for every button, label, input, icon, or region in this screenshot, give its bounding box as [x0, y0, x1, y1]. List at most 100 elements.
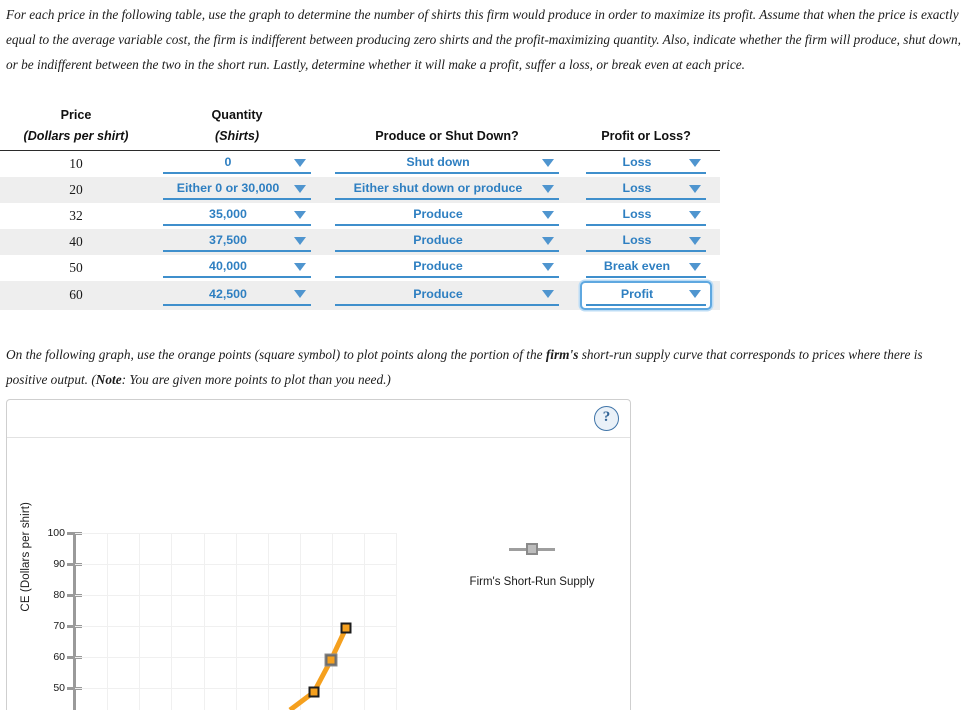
y-axis-tick-labels: 100 90 80 70 60 50 40 — [29, 438, 65, 710]
outcome-dropdown-label: Break even — [603, 259, 671, 273]
chevron-down-icon — [542, 184, 554, 193]
produce-or-shutdown-dropdown[interactable]: Produce — [335, 205, 559, 226]
decision-dropdown-label: Produce — [413, 207, 463, 221]
column-header-quantity: Quantity (Shirts) — [152, 105, 322, 151]
chevron-down-icon — [542, 158, 554, 167]
plot-instructions-paragraph: On the following graph, use the orange p… — [0, 342, 972, 392]
table-row: 20 Either 0 or 30,000 Either shut down o… — [0, 176, 720, 203]
quantity-dropdown-label: 35,000 — [209, 207, 247, 221]
quantity-dropdown[interactable]: 40,000 — [163, 257, 311, 278]
table-row: 32 35,000 Produce Loss — [0, 203, 720, 229]
chevron-down-icon — [689, 262, 701, 271]
data-point-price-50[interactable] — [325, 654, 337, 666]
plot-instructions-bold-firms: firm's — [545, 347, 579, 362]
outcome-cell: Loss — [572, 177, 720, 203]
quantity-dropdown-label: 40,000 — [209, 259, 247, 273]
plot-instructions-part3: : You are given more points to plot than… — [121, 372, 391, 387]
y-tick-label: 80 — [53, 589, 65, 601]
chevron-down-icon — [294, 262, 306, 271]
chevron-down-icon — [294, 184, 306, 193]
produce-or-shutdown-dropdown[interactable]: Produce — [335, 285, 559, 306]
outcome-dropdown-label: Loss — [622, 155, 652, 170]
header-profit-or-loss: Profit or Loss? — [601, 129, 691, 143]
outcome-cell: Loss — [572, 151, 720, 177]
y-tick-label: 60 — [53, 651, 65, 663]
chevron-down-icon — [689, 236, 701, 245]
price-value: 40 — [69, 233, 83, 249]
profit-or-loss-dropdown[interactable]: Loss — [586, 231, 706, 252]
header-quantity-line2: (Shirts) — [214, 129, 260, 143]
header-produce-or-shutdown: Produce or Shut Down? — [375, 129, 519, 143]
quantity-dropdown-wrap: 42,500 — [161, 283, 313, 308]
decision-cell: Shut down — [322, 151, 572, 177]
quantity-dropdown[interactable]: 42,500 — [163, 285, 311, 306]
decision-dropdown-wrap: Produce — [333, 203, 561, 228]
profit-or-loss-dropdown[interactable]: Loss — [586, 153, 706, 175]
produce-or-shutdown-dropdown[interactable]: Shut down — [335, 153, 559, 175]
price-value: 60 — [69, 287, 83, 302]
outcome-cell: Loss — [572, 229, 720, 255]
data-point-price-40[interactable] — [308, 686, 320, 698]
outcome-cell: Loss — [572, 203, 720, 229]
decision-dropdown-label: Produce — [413, 286, 463, 301]
quantity-dropdown[interactable]: 0 — [163, 153, 311, 175]
legend-square-marker — [526, 543, 538, 555]
gridline-vertical — [139, 533, 140, 710]
plot-area[interactable]: CE (Dollars per shirt) 100 90 80 70 60 5… — [7, 438, 630, 710]
chevron-down-icon — [294, 290, 306, 298]
table-row: 10 0 Shut down Loss — [0, 151, 720, 177]
y-tick-label: 90 — [53, 558, 65, 570]
decision-dropdown-label: Produce — [413, 259, 463, 273]
quantity-dropdown-label: 42,500 — [209, 286, 247, 301]
outcome-dropdown-label: Loss — [622, 233, 652, 247]
outcome-dropdown-label: Loss — [622, 181, 652, 195]
produce-or-shutdown-dropdown[interactable]: Produce — [335, 257, 559, 278]
chevron-down-icon — [294, 236, 306, 245]
price-value: 10 — [69, 155, 83, 171]
quantity-dropdown[interactable]: 35,000 — [163, 205, 311, 226]
legend-swatch-icon — [509, 542, 555, 556]
gridline-vertical — [268, 533, 269, 710]
quantity-dropdown[interactable]: Either 0 or 30,000 — [163, 179, 311, 200]
profit-or-loss-dropdown[interactable]: Profit — [586, 285, 706, 306]
data-point-price-60[interactable] — [340, 622, 352, 634]
outcome-dropdown-wrap: Break even — [584, 255, 708, 280]
decision-dropdown-wrap: Produce — [333, 229, 561, 254]
quantity-cell: 42,500 — [152, 281, 322, 310]
column-header-profit-or-loss: Profit or Loss? — [572, 105, 720, 151]
chevron-down-icon — [542, 210, 554, 219]
decision-cell: Produce — [322, 203, 572, 229]
gridline-vertical — [332, 533, 333, 710]
quantity-dropdown[interactable]: 37,500 — [163, 231, 311, 252]
decision-dropdown-label: Either shut down or produce — [353, 181, 523, 195]
decision-cell: Produce — [322, 255, 572, 281]
quantity-dropdown-wrap: 0 — [161, 151, 313, 176]
quantity-dropdown-wrap: 37,500 — [161, 229, 313, 254]
outcome-dropdown-wrap-focused: Profit — [580, 280, 712, 310]
quantity-dropdown-wrap: 35,000 — [161, 203, 313, 228]
quantity-dropdown-wrap: Either 0 or 30,000 — [161, 177, 313, 202]
outcome-cell: Profit — [572, 280, 720, 310]
quantity-dropdown-wrap: 40,000 — [161, 255, 313, 280]
gridline-vertical — [204, 533, 205, 710]
profit-or-loss-dropdown[interactable]: Loss — [586, 179, 706, 200]
legend-label: Firm's Short-Run Supply — [469, 576, 595, 588]
profit-or-loss-dropdown[interactable]: Break even — [586, 257, 706, 278]
plot-gridlines — [75, 533, 397, 710]
quantity-cell: 35,000 — [152, 203, 322, 229]
price-quantity-answer-table: Price (Dollars per shirt) Quantity (Shir… — [0, 105, 720, 310]
decision-cell: Either shut down or produce — [322, 177, 572, 203]
chevron-down-icon — [294, 158, 306, 167]
header-quantity-line1: Quantity — [211, 108, 263, 122]
outcome-dropdown-label: Profit — [620, 286, 654, 301]
table-row: 50 40,000 Produce Break even — [0, 255, 720, 281]
produce-or-shutdown-dropdown[interactable]: Either shut down or produce — [335, 179, 559, 200]
profit-or-loss-dropdown[interactable]: Loss — [586, 205, 706, 226]
help-icon[interactable]: ? — [594, 406, 619, 431]
graph-panel: ? CE (Dollars per shirt) 100 90 80 70 60… — [6, 399, 631, 710]
chevron-down-icon — [294, 210, 306, 219]
produce-or-shutdown-dropdown[interactable]: Produce — [335, 231, 559, 252]
outcome-dropdown-label: Loss — [622, 207, 652, 221]
quantity-dropdown-label: Either 0 or 30,000 — [176, 181, 280, 195]
gridline-vertical — [171, 533, 172, 710]
